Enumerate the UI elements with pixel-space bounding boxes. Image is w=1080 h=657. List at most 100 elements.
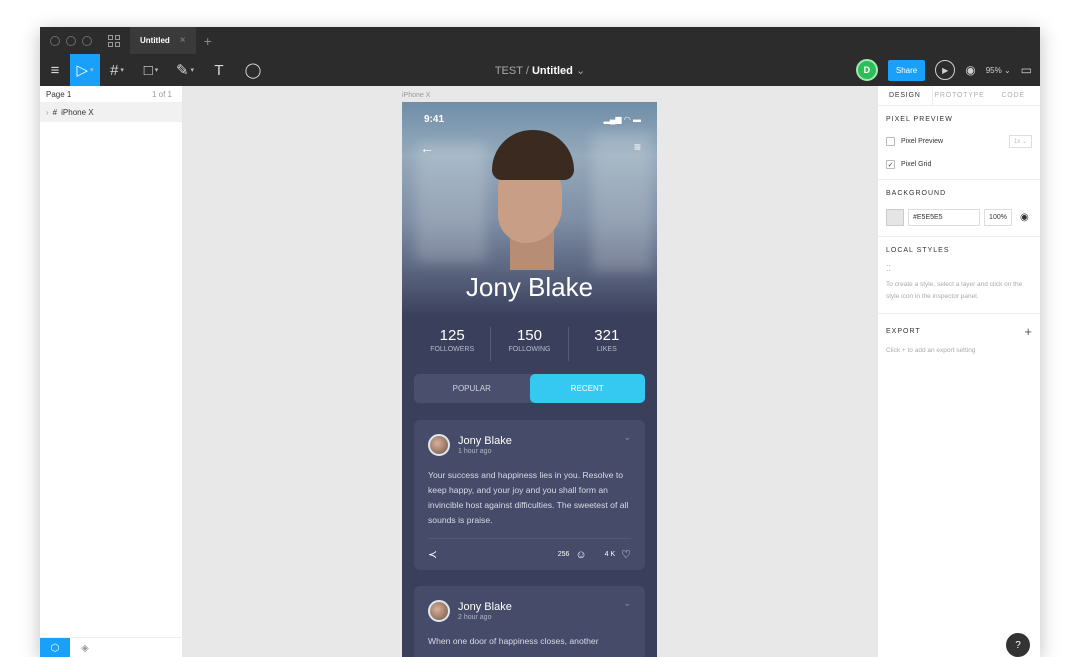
status-time: 9:41: [424, 114, 445, 125]
post-card[interactable]: Jony Blake 2 hour ago ⌄ When one door of…: [414, 586, 645, 657]
file-tab[interactable]: Untitled ×: [130, 27, 196, 54]
pixel-preview-row: Pixel Preview 1x ⌄: [886, 135, 1032, 148]
stat-following: 150 FOLLOWING: [490, 327, 567, 361]
tab-code[interactable]: CODE: [986, 86, 1040, 105]
play-icon[interactable]: ▶: [935, 60, 956, 80]
pixel-preview-checkbox[interactable]: [886, 137, 895, 146]
user-avatar[interactable]: D: [855, 59, 878, 81]
close-icon[interactable]: ×: [180, 35, 186, 46]
toolbar: ≡ ▷ ▾ # ▾ □ ▾ ✎ ▾ T ◯ TEST / Untitled ⌄ D Sh…: [40, 54, 1040, 86]
share-icon[interactable]: ≺: [428, 548, 437, 561]
add-tab-icon[interactable]: +: [204, 33, 212, 49]
file-tab-label: Untitled: [140, 36, 170, 45]
book-icon[interactable]: ▭: [1021, 63, 1032, 77]
section-title: EXPORT: [886, 328, 921, 335]
tab-prototype[interactable]: PROTOTYPE: [933, 86, 987, 105]
tab-design[interactable]: DESIGN: [878, 86, 933, 105]
minimize-window-button[interactable]: [66, 35, 76, 46]
app-window: Untitled × + ≡ ▷ ▾ # ▾ □ ▾ ✎ ▾ T ◯ TEST / Un…: [40, 27, 1040, 657]
tab-popular[interactable]: POPULAR: [414, 374, 530, 403]
post-footer: ≺ 256 ☺ 4 K ♡: [428, 538, 631, 570]
eye-icon[interactable]: ◉: [1020, 212, 1029, 223]
chevron-down-icon: ⌄: [575, 64, 586, 77]
frame-icon: #: [52, 107, 58, 117]
help-button[interactable]: ?: [1006, 633, 1030, 657]
style-icon: ⁚⁚: [886, 264, 892, 273]
chevron-down-icon[interactable]: ⌄: [623, 598, 631, 609]
shape-tool-button[interactable]: □ ▾: [134, 54, 168, 86]
close-window-button[interactable]: [50, 35, 60, 46]
post-header: Jony Blake 2 hour ago: [428, 600, 631, 622]
layer-item[interactable]: › # iPhone X: [40, 102, 182, 122]
color-swatch[interactable]: [886, 209, 904, 226]
local-styles-hint: To create a style, select a layer and cl…: [886, 281, 1023, 300]
background-row: #E5E5E5 100% ◉: [886, 209, 1032, 226]
local-styles-section: LOCAL STYLES ⁚⁚ To create a style, selec…: [878, 237, 1040, 314]
frame-tool-button[interactable]: # ▾: [100, 54, 134, 86]
text-tool-button[interactable]: T: [202, 54, 236, 86]
pixel-preview-section: PIXEL PREVIEW Pixel Preview 1x ⌄ ✓ Pixel…: [878, 106, 1040, 180]
pixel-grid-row: ✓ Pixel Grid: [886, 160, 1032, 169]
phone-frame[interactable]: 9:41 ▂▄▆ ◠ ▬ ← ≡ Jony Blake 125 FOLLOWER…: [402, 102, 657, 657]
avatar: [428, 600, 450, 622]
page-count: 1 of 1: [151, 89, 172, 99]
pen-tool-button[interactable]: ✎ ▾: [168, 54, 202, 86]
assets-icon[interactable]: ◈: [70, 638, 100, 657]
pixel-grid-label: Pixel Grid: [901, 161, 932, 168]
post-card[interactable]: Jony Blake 1 hour ago ⌄ Your success and…: [414, 420, 645, 570]
layers-icon[interactable]: ⬡: [40, 638, 70, 657]
menu-icon[interactable]: ≡: [40, 54, 70, 86]
move-tool-button[interactable]: ▷ ▾: [70, 54, 100, 86]
hex-input[interactable]: #E5E5E5: [908, 209, 980, 226]
post-metrics: 256 ☺ 4 K ♡: [558, 548, 631, 562]
pixel-grid-checkbox[interactable]: ✓: [886, 160, 895, 169]
background-section: BACKGROUND #E5E5E5 100% ◉: [878, 180, 1040, 237]
chevron-down-icon: ▾: [90, 67, 94, 74]
pixel-scale-select[interactable]: 1x ⌄: [1008, 135, 1032, 148]
section-title: PIXEL PREVIEW: [886, 116, 953, 123]
stat-followers: 125 FOLLOWERS: [430, 327, 475, 353]
post-author: Jony Blake: [458, 435, 512, 447]
section-title: LOCAL STYLES: [886, 247, 950, 254]
layers-panel: Page 1 1 of 1 › # iPhone X ⬡ ◈: [40, 86, 183, 657]
post-time: 1 hour ago: [458, 448, 492, 455]
maximize-window-button[interactable]: [82, 35, 92, 46]
layer-label: iPhone X: [61, 107, 94, 117]
add-export-icon[interactable]: +: [1024, 324, 1032, 339]
pixel-preview-label: Pixel Preview: [901, 138, 944, 145]
path-separator: /: [525, 64, 529, 77]
chevron-down-icon: ▾: [190, 67, 195, 74]
chevron-right-icon[interactable]: ›: [46, 108, 49, 117]
title-bar: Untitled × +: [40, 27, 1040, 54]
inspector-panel: DESIGN PROTOTYPE CODE PIXEL PREVIEW Pixe…: [877, 86, 1040, 657]
window-controls: [50, 35, 92, 46]
filter-icon[interactable]: ≡: [634, 140, 641, 154]
project-name: TEST: [494, 64, 523, 77]
tab-recent[interactable]: RECENT: [529, 374, 645, 403]
page-selector[interactable]: Page 1 1 of 1: [40, 86, 182, 102]
share-button[interactable]: Share: [887, 59, 926, 81]
heart-icon[interactable]: ♡: [621, 548, 631, 561]
opacity-input[interactable]: 100%: [984, 209, 1012, 226]
export-header: EXPORT +: [886, 324, 1032, 339]
post-body: Your success and happiness lies in you. …: [428, 470, 629, 525]
chevron-down-icon[interactable]: ⌄: [623, 432, 631, 443]
frame-label[interactable]: iPhone X: [402, 92, 430, 99]
export-section: EXPORT + Click + to add an export settin…: [878, 314, 1040, 367]
toolbar-right: D Share ▶ ◉ 95% ⌄ ▭: [855, 54, 1040, 86]
profile-name: Jony Blake: [465, 272, 594, 302]
page-label: Page 1: [46, 89, 72, 99]
export-hint: Click + to add an export setting: [886, 347, 976, 354]
zoom-dropdown[interactable]: 95% ⌄: [986, 66, 1011, 75]
file-name: Untitled: [531, 64, 573, 77]
post-author: Jony Blake: [458, 601, 512, 613]
back-arrow-icon[interactable]: ←: [420, 140, 434, 156]
grid-icon[interactable]: [108, 34, 120, 47]
status-icons: ▂▄▆ ◠ ▬: [603, 115, 641, 124]
post-time: 2 hour ago: [458, 614, 492, 621]
comment-icon[interactable]: ☺: [575, 549, 586, 561]
stat-likes: 321 LIKES: [567, 327, 645, 361]
comment-tool-button[interactable]: ◯: [236, 54, 270, 86]
eye-icon[interactable]: ◉: [965, 63, 975, 77]
like-count: 4 K: [604, 551, 616, 558]
